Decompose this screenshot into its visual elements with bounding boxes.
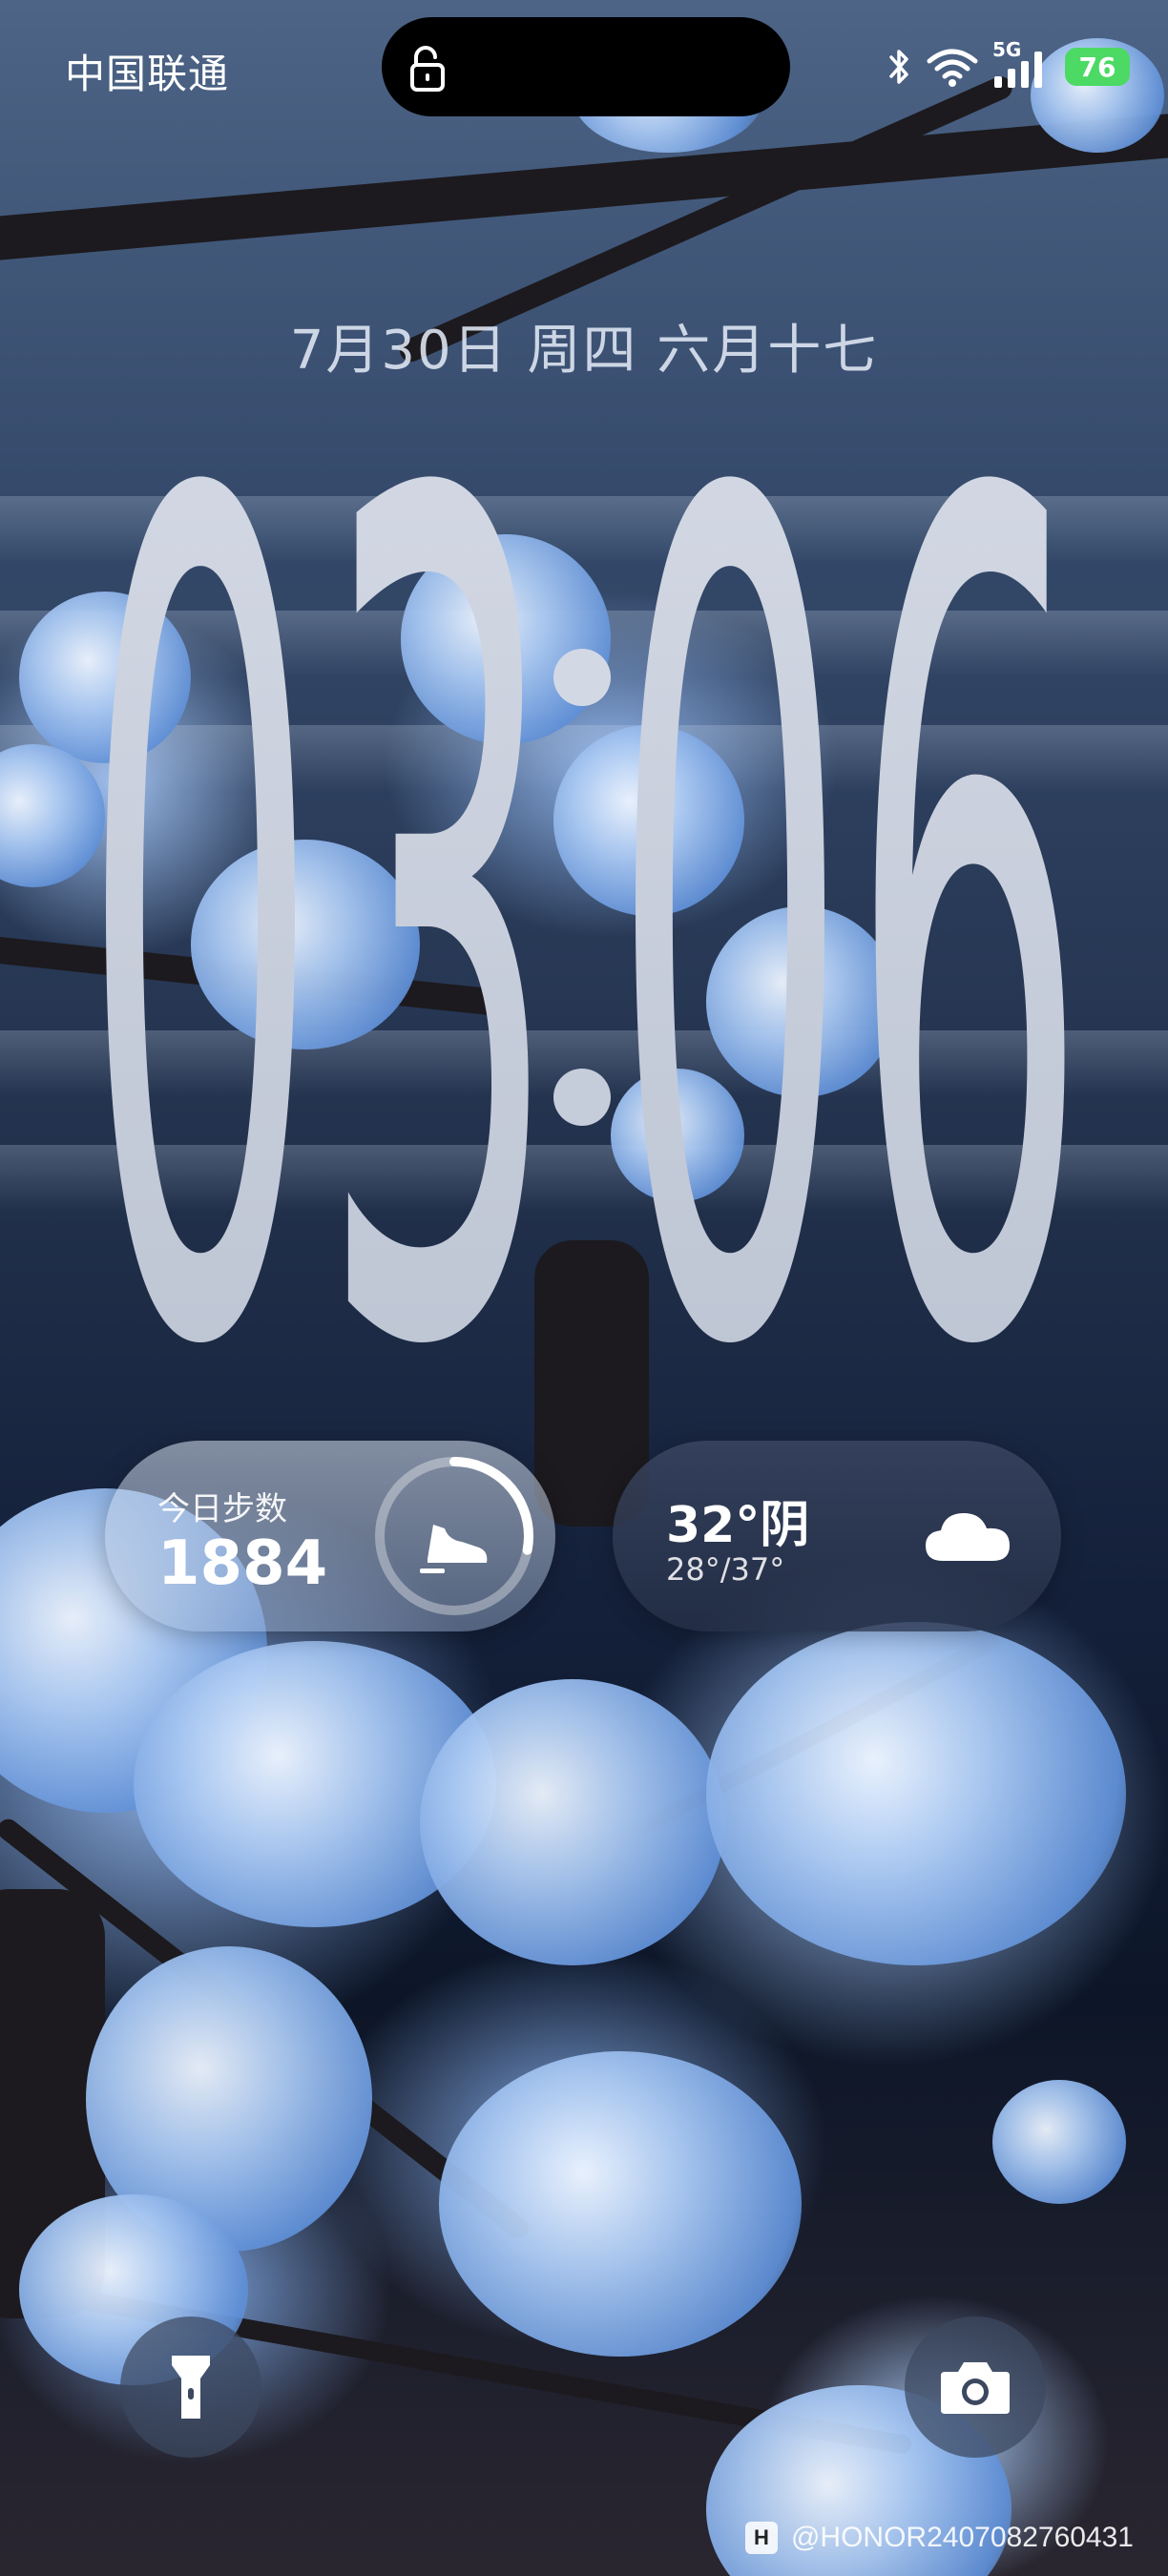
wifi-icon (927, 49, 978, 87)
shoe-icon (420, 1525, 488, 1573)
lock-open-icon (410, 46, 445, 92)
steps-widget[interactable]: 今日步数 1884 (105, 1441, 555, 1631)
watermark: H @HONOR2407082760431 (744, 2519, 1134, 2557)
weather-widget[interactable]: 32°阴 28°/37° (613, 1441, 1061, 1631)
watermark-text: @HONOR2407082760431 (790, 2522, 1134, 2553)
steps-progress-ring (375, 1457, 533, 1615)
temperature-range: 28°/37° (666, 1551, 785, 1588)
current-temperature: 32°阴 (666, 1497, 810, 1554)
honor-logo-icon: H (744, 2522, 778, 2554)
flashlight-icon (172, 2356, 210, 2419)
lock-screen: 中国联通 5G 76 7月30日 周四 六月十七 03 06 今日步数 1884… (0, 0, 1168, 2576)
steps-count: 1884 (157, 1528, 328, 1599)
lock-screen-clock: 03 06 (81, 391, 1088, 1364)
cellular-indicator: 5G (992, 38, 1052, 90)
status-bar: 中国联通 5G 76 (0, 0, 1168, 134)
battery-level: 76 (1078, 51, 1116, 83)
dynamic-island (382, 17, 790, 116)
camera-button[interactable] (905, 2316, 1046, 2458)
carrier-name: 中国联通 (65, 51, 230, 97)
bluetooth-icon (889, 50, 908, 84)
clock-colon-bottom (553, 1069, 611, 1126)
status-icons: 5G 76 (887, 38, 1130, 90)
clock-hours: 03 (81, 391, 558, 1364)
clock-minutes: 06 (611, 391, 1088, 1364)
steps-label: 今日步数 (157, 1490, 287, 1528)
flashlight-button[interactable] (120, 2316, 261, 2458)
battery-icon: 76 (1065, 48, 1130, 86)
cloud-icon (926, 1513, 1010, 1561)
clock-colon-top (553, 649, 611, 706)
lock-screen-date: 7月30日 周四 六月十七 (289, 320, 879, 382)
camera-icon (941, 2362, 1010, 2414)
signal-icon (994, 52, 1042, 88)
